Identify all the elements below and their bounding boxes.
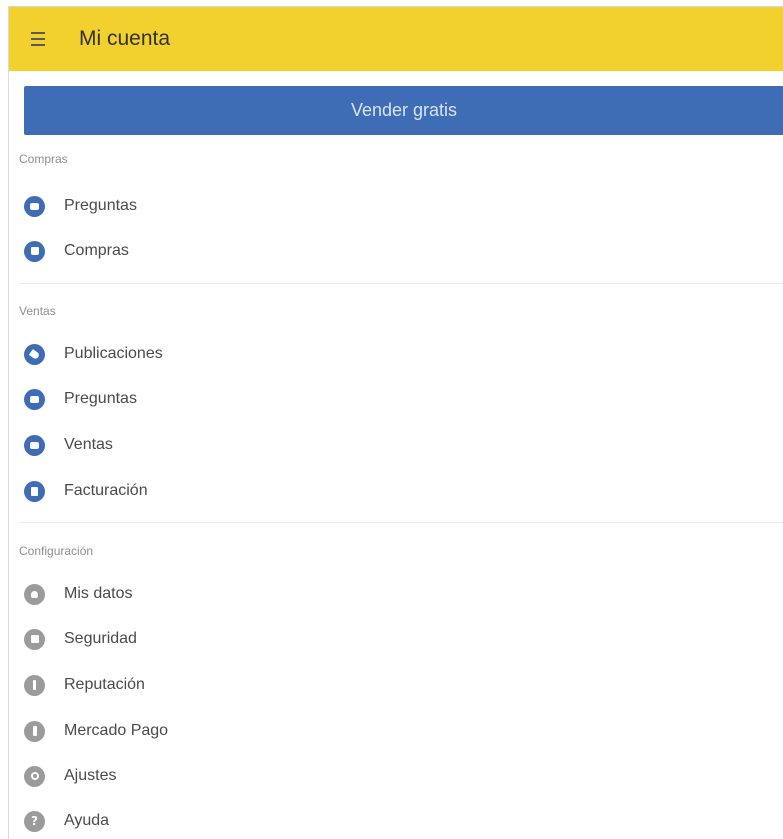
gear-icon [24, 765, 45, 787]
menu-item-label: Publicaciones [64, 345, 163, 362]
menu-item-label: Reputación [64, 676, 145, 693]
menu-item-compras-compras[interactable]: Compras [24, 236, 129, 266]
chat-icon [24, 195, 45, 217]
tag-icon [24, 343, 45, 365]
reputation-icon [24, 674, 45, 696]
chat-icon [24, 388, 45, 410]
sell-free-button[interactable]: Vender gratis [24, 86, 783, 135]
money-icon [24, 720, 45, 742]
section-title-compras: Compras [19, 152, 68, 166]
menu-item-mis-datos[interactable]: Mis datos [24, 579, 132, 609]
account-panel: Mi cuenta Vender gratis Compras Pregunta… [8, 6, 783, 839]
menu-item-label: Mis datos [64, 585, 133, 602]
hamburger-menu-icon[interactable] [31, 32, 49, 46]
help-icon: ? [24, 810, 45, 832]
chat-icon [24, 434, 45, 456]
menu-item-ventas-publicaciones[interactable]: Publicaciones [24, 339, 163, 369]
menu-item-reputacion[interactable]: Reputación [24, 670, 145, 700]
menu-item-label: Preguntas [64, 390, 137, 407]
section-divider [19, 283, 783, 284]
menu-item-label: Mercado Pago [64, 722, 169, 739]
lock-icon [24, 628, 45, 650]
section-divider [19, 522, 783, 523]
menu-item-seguridad[interactable]: Seguridad [24, 624, 137, 654]
top-app-bar: Mi cuenta [9, 7, 783, 71]
menu-item-label: Ajustes [64, 767, 117, 784]
shopping-bag-icon [24, 240, 45, 262]
menu-item-label: Ayuda [64, 812, 110, 829]
menu-item-ayuda[interactable]: ? Ayuda [24, 806, 109, 836]
section-title-configuracion: Configuración [19, 544, 94, 558]
document-icon [24, 480, 45, 502]
menu-item-mercado-pago[interactable]: Mercado Pago [24, 716, 168, 746]
menu-item-label: Ventas [64, 436, 113, 453]
person-icon [24, 583, 45, 605]
menu-item-ventas-ventas[interactable]: Ventas [24, 430, 113, 460]
menu-item-label: Facturación [64, 482, 148, 499]
menu-item-label: Compras [64, 242, 129, 259]
menu-item-label: Seguridad [64, 630, 137, 647]
menu-item-label: Preguntas [64, 197, 137, 214]
menu-item-ventas-preguntas[interactable]: Preguntas [24, 384, 137, 414]
menu-item-ajustes[interactable]: Ajustes [24, 761, 116, 791]
menu-item-ventas-facturacion[interactable]: Facturación [24, 476, 148, 506]
menu-item-compras-preguntas[interactable]: Preguntas [24, 191, 137, 221]
section-title-ventas: Ventas [19, 304, 56, 318]
page-title: Mi cuenta [79, 27, 171, 50]
